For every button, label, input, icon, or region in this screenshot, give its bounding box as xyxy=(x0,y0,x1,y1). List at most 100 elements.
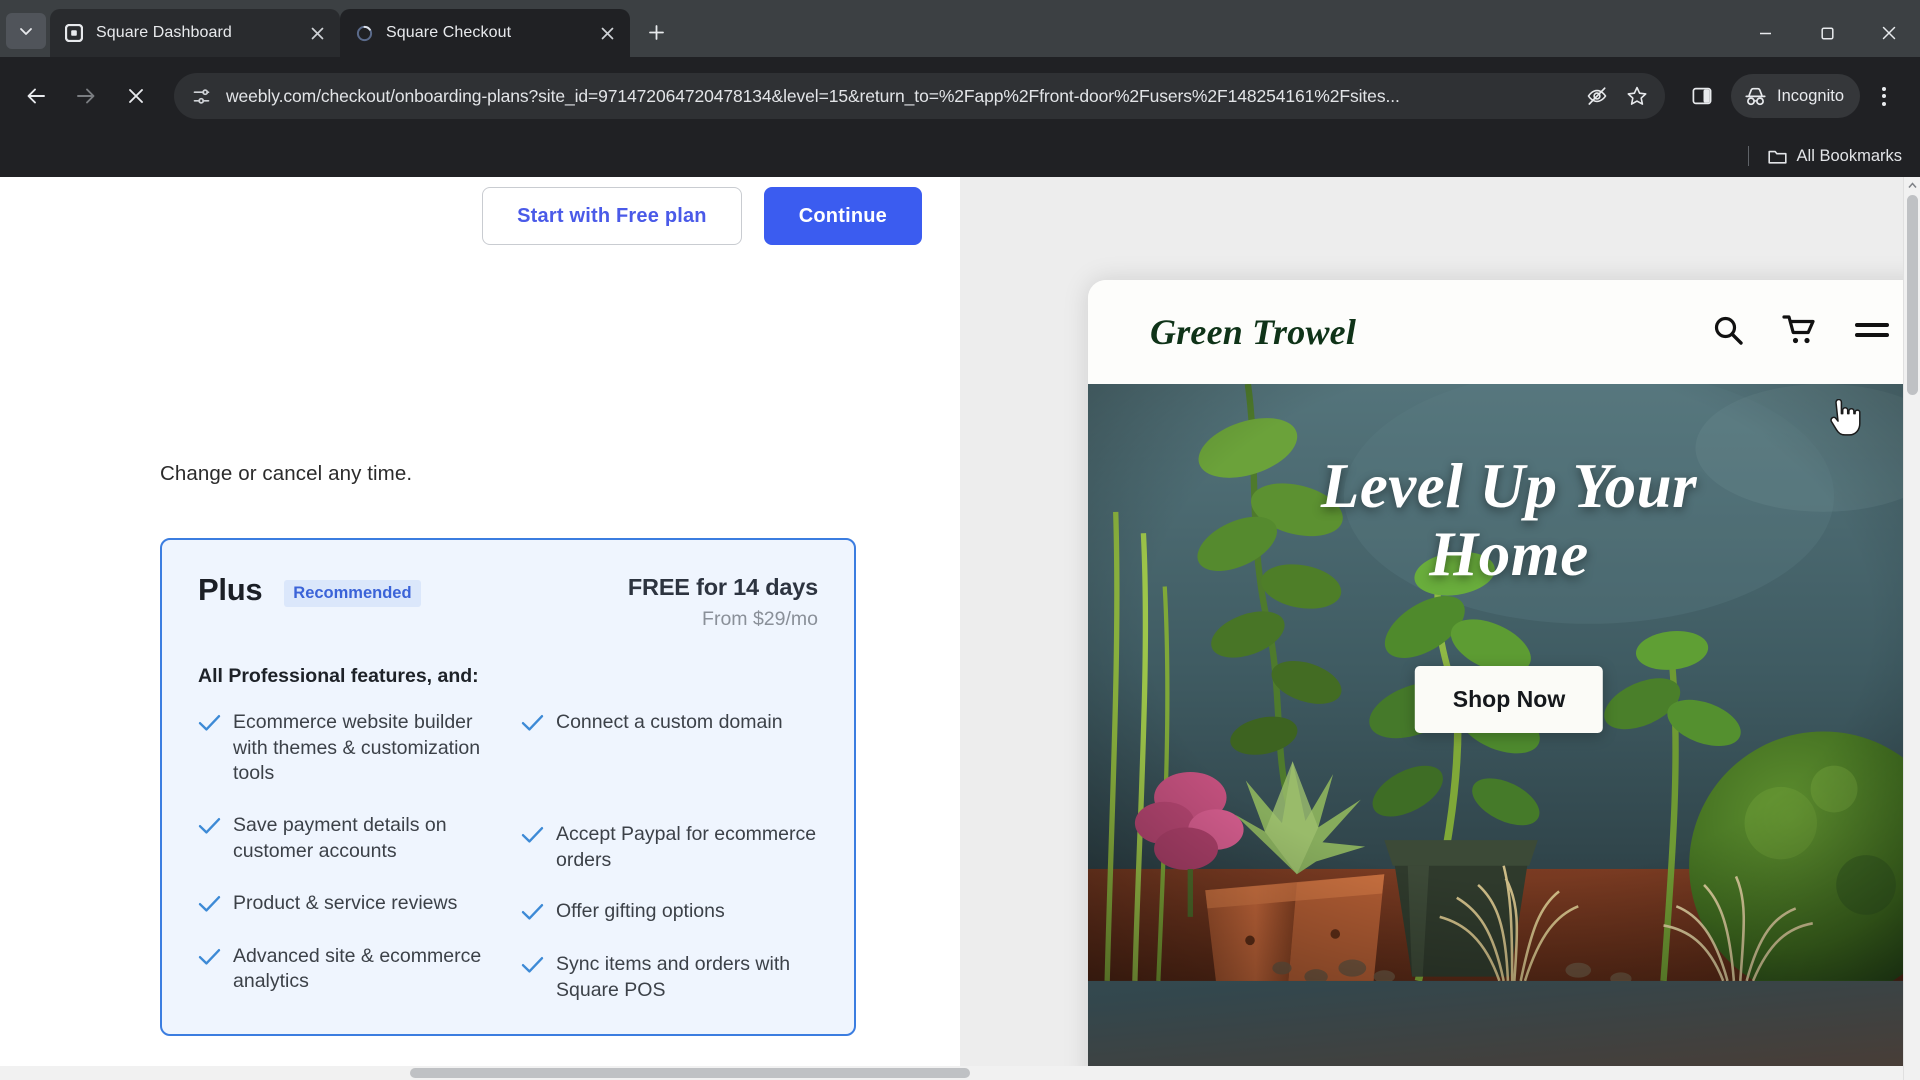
preview-hero-section: Level Up Your Home Shop Now xyxy=(1088,384,1920,1080)
folder-icon xyxy=(1767,150,1787,164)
incognito-indicator[interactable]: Incognito xyxy=(1731,74,1860,118)
toolbar-right-actions: Incognito xyxy=(1679,73,1906,119)
incognito-hat-icon xyxy=(1745,87,1766,105)
square-logo-icon xyxy=(64,23,84,43)
chevron-down-icon xyxy=(20,28,32,35)
features-column-left: Ecommerce website builder with themes & … xyxy=(198,710,495,1004)
url-text: weebly.com/checkout/onboarding-plans?sit… xyxy=(226,85,1400,106)
feature-item: Offer gifting options xyxy=(521,899,818,926)
maximize-icon xyxy=(1820,26,1834,40)
plan-price-monthly: From $29/mo xyxy=(702,608,818,630)
forward-button[interactable] xyxy=(64,74,108,118)
features-heading: All Professional features, and: xyxy=(198,665,479,687)
feature-item: Product & service reviews xyxy=(198,891,495,918)
all-bookmarks-label: All Bookmarks xyxy=(1796,146,1902,165)
check-icon xyxy=(198,948,221,971)
preview-site-logo: Green Trowel xyxy=(1150,312,1357,352)
arrow-forward-icon xyxy=(77,88,95,104)
check-icon xyxy=(521,903,544,926)
all-bookmarks-button[interactable]: All Bookmarks xyxy=(1767,146,1902,167)
side-panel-button[interactable] xyxy=(1679,73,1725,119)
shopping-cart-icon[interactable] xyxy=(1782,314,1816,351)
check-icon xyxy=(521,714,544,737)
feature-label: Sync items and orders with Square POS xyxy=(556,953,791,1002)
check-icon xyxy=(198,895,221,918)
tab-search-button[interactable] xyxy=(6,13,46,49)
check-icon xyxy=(198,817,221,840)
scroll-up-arrow[interactable] xyxy=(1904,177,1920,194)
maximize-button[interactable] xyxy=(1796,9,1858,57)
tune-page-info-icon[interactable] xyxy=(184,79,218,113)
browser-menu-button[interactable] xyxy=(1862,73,1906,119)
features-grid: Ecommerce website builder with themes & … xyxy=(198,710,818,1004)
check-icon xyxy=(198,714,221,737)
plan-pricing: FREE for 14 days From $29/mo xyxy=(628,574,818,631)
feature-item: Ecommerce website builder with themes & … xyxy=(198,710,495,787)
close-icon xyxy=(311,27,323,39)
eye-off-icon[interactable] xyxy=(1577,76,1617,116)
feature-item: Save payment details on customer account… xyxy=(198,813,495,864)
back-button[interactable] xyxy=(14,74,58,118)
preview-nav-icons xyxy=(1712,314,1890,351)
stop-loading-x-icon xyxy=(129,89,143,103)
address-bar[interactable]: weebly.com/checkout/onboarding-plans?sit… xyxy=(174,73,1666,119)
plan-card-header: Plus Recommended FREE for 14 days From $… xyxy=(198,574,818,631)
weebly-checkout-page: Start with Free plan Continue Change or … xyxy=(0,177,1920,1080)
close-icon xyxy=(601,27,613,39)
horizontal-scrollbar[interactable] xyxy=(0,1066,1903,1080)
tab-title: Square Checkout xyxy=(386,24,512,41)
hamburger-menu-icon[interactable] xyxy=(1854,318,1890,347)
scrollbar-thumb[interactable] xyxy=(1907,195,1918,395)
page-viewport: Start with Free plan Continue Change or … xyxy=(0,177,1920,1080)
feature-item: Advanced site & ecommerce analytics xyxy=(198,944,495,995)
recommended-badge: Recommended xyxy=(284,580,421,607)
stop-loading-button[interactable] xyxy=(114,74,158,118)
page-action-bar: Start with Free plan Continue xyxy=(0,177,960,255)
tab-strip: Square Dashboard Square Checkout xyxy=(0,0,1920,57)
start-with-free-plan-button[interactable]: Start with Free plan xyxy=(482,187,742,245)
tab-title: Square Dashboard xyxy=(96,24,232,41)
feature-item: Sync items and orders with Square POS xyxy=(521,952,818,1003)
scrollbar-thumb[interactable] xyxy=(410,1068,970,1078)
minimize-button[interactable] xyxy=(1734,9,1796,57)
tab-square-checkout[interactable]: Square Checkout xyxy=(340,9,630,57)
feature-label: Advanced site & ecommerce analytics xyxy=(233,944,482,993)
search-icon[interactable] xyxy=(1712,314,1744,351)
feature-label: Ecommerce website builder with themes & … xyxy=(233,711,481,785)
browser-toolbar: weebly.com/checkout/onboarding-plans?sit… xyxy=(0,57,1920,135)
feature-item: Connect a custom domain xyxy=(521,710,818,737)
divider xyxy=(1747,146,1749,166)
incognito-label: Incognito xyxy=(1777,86,1844,105)
feature-label: Save payment details on customer account… xyxy=(233,814,447,862)
feature-label: Connect a custom domain xyxy=(556,711,783,733)
plan-card-plus[interactable]: Plus Recommended FREE for 14 days From $… xyxy=(160,538,856,1036)
loading-spinner-icon xyxy=(354,23,374,43)
tab-close-button[interactable] xyxy=(304,20,330,46)
browser-window: Square Dashboard Square Checkout weebly.… xyxy=(0,0,1920,1080)
vertical-scrollbar[interactable] xyxy=(1903,177,1920,1080)
feature-label: Product & service reviews xyxy=(233,891,458,914)
minimize-icon xyxy=(1759,32,1771,34)
bookmark-star-icon[interactable] xyxy=(1617,76,1657,116)
site-preview-column: Green Trowel Level Up Your Home Shop Now xyxy=(960,177,1920,1080)
feature-label: Offer gifting options xyxy=(556,900,725,923)
preview-site-navbar: Green Trowel xyxy=(1088,280,1920,384)
feature-item: Accept Paypal for ecommerce orders xyxy=(521,822,818,873)
tab-close-button[interactable] xyxy=(594,20,620,46)
plans-column: Start with Free plan Continue Change or … xyxy=(0,177,960,1080)
plan-price-headline: FREE for 14 days xyxy=(627,574,818,600)
shop-now-button[interactable]: Shop Now xyxy=(1414,666,1604,733)
hero-line-1: Level Up Your xyxy=(1320,451,1698,521)
plus-icon xyxy=(648,24,664,40)
continue-button[interactable]: Continue xyxy=(763,187,922,245)
close-window-button[interactable] xyxy=(1858,9,1920,57)
new-tab-button[interactable] xyxy=(638,14,674,50)
preview-hero-heading: Level Up Your Home xyxy=(1088,452,1920,588)
tab-square-dashboard[interactable]: Square Dashboard xyxy=(50,9,340,57)
side-panel-icon xyxy=(1692,87,1712,105)
close-icon xyxy=(1882,26,1896,40)
chevron-up-icon xyxy=(1908,182,1917,188)
three-dot-menu-icon xyxy=(1882,86,1886,91)
window-controls xyxy=(1734,9,1920,57)
plan-name: Plus xyxy=(198,572,263,607)
